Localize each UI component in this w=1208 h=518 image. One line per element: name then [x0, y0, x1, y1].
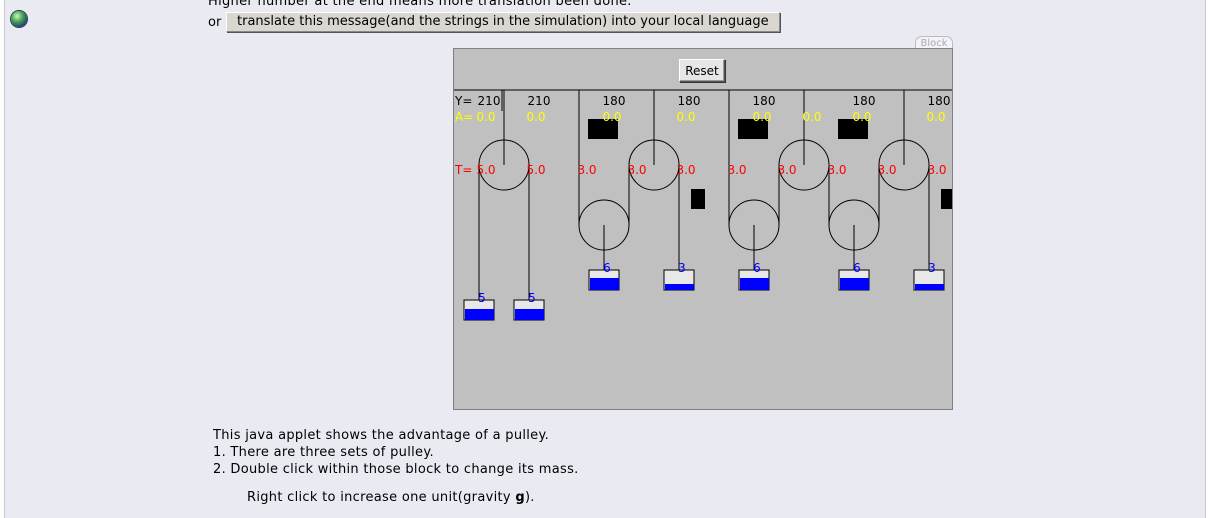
description-line-1: 1. There are three sets of pulley.: [213, 445, 434, 460]
mass-fill: [465, 309, 494, 320]
a-value: 0.0: [802, 110, 821, 124]
mass-value: 6: [603, 261, 611, 275]
mass-value: 5: [528, 291, 536, 305]
reset-button[interactable]: Reset: [679, 59, 725, 82]
hint-gravity-symbol: g: [515, 490, 525, 505]
y-value: 180: [753, 94, 776, 108]
mass-value: 3: [928, 261, 936, 275]
a-value: 0.0: [602, 110, 621, 124]
a-value: 0.0: [926, 110, 945, 124]
y-value: 210: [528, 94, 551, 108]
mass-fill: [515, 309, 544, 320]
pulley-canvas[interactable]: Y= A= T= 210 210 180 180 180 180 180 0.0 0.0 0.0 0.0 0…: [454, 49, 952, 409]
mass-value: 3: [678, 261, 686, 275]
t-row-label: T=: [454, 163, 472, 177]
y-value: 180: [853, 94, 876, 108]
description-intro: This java applet shows the advantage of …: [213, 428, 550, 443]
y-value: 180: [928, 94, 951, 108]
tension-value: 5.0: [526, 163, 545, 177]
right-click-hint: Right click to increase one unit(gravity…: [247, 490, 535, 505]
mass-fill: [840, 278, 869, 290]
a-value: 0.0: [752, 110, 771, 124]
y-value: 210: [478, 94, 501, 108]
tension-block[interactable]: [941, 189, 952, 209]
a-value: 0.0: [676, 110, 695, 124]
globe-icon[interactable]: [11, 11, 27, 27]
mass-fill: [915, 284, 944, 290]
y-value: 180: [603, 94, 626, 108]
mass-value: 6: [753, 261, 761, 275]
tension-value: 3.0: [777, 163, 796, 177]
a-value: 0.0: [476, 110, 495, 124]
mass-fill: [590, 278, 619, 290]
pulley-applet[interactable]: Y= A= T= 210 210 180 180 180 180 180 0.0 0.0 0.0 0.0 0…: [453, 48, 953, 410]
tension-block[interactable]: [691, 189, 705, 209]
description-line-2: 2. Double click within those block to ch…: [213, 462, 579, 477]
a-row-label: A=: [455, 110, 473, 124]
mass-fill: [740, 278, 769, 290]
translate-button[interactable]: translate this message(and the strings i…: [226, 12, 780, 32]
mass-fill: [665, 284, 694, 290]
tension-value: 3.0: [676, 163, 695, 177]
tension-value: 3.0: [577, 163, 596, 177]
hint-prefix: Right click to increase one unit(gravity: [247, 490, 516, 505]
a-value: 0.0: [852, 110, 871, 124]
mass-value: 6: [853, 261, 861, 275]
a-value: 0.0: [526, 110, 545, 124]
translation-note: Higher number at the end means more tran…: [208, 0, 632, 9]
y-value: 180: [678, 94, 701, 108]
tension-value: 3.0: [627, 163, 646, 177]
description: This java applet shows the advantage of …: [213, 427, 579, 478]
or-label: or: [208, 15, 222, 30]
tension-value: 3.0: [877, 163, 896, 177]
y-row-label: Y=: [454, 94, 472, 108]
tension-value: 5.0: [476, 163, 495, 177]
tension-value: 3.0: [727, 163, 746, 177]
mass-value: 5: [478, 291, 486, 305]
tension-value: 3.0: [827, 163, 846, 177]
hint-suffix: ).: [524, 490, 535, 505]
tension-value: 3.0: [927, 163, 946, 177]
